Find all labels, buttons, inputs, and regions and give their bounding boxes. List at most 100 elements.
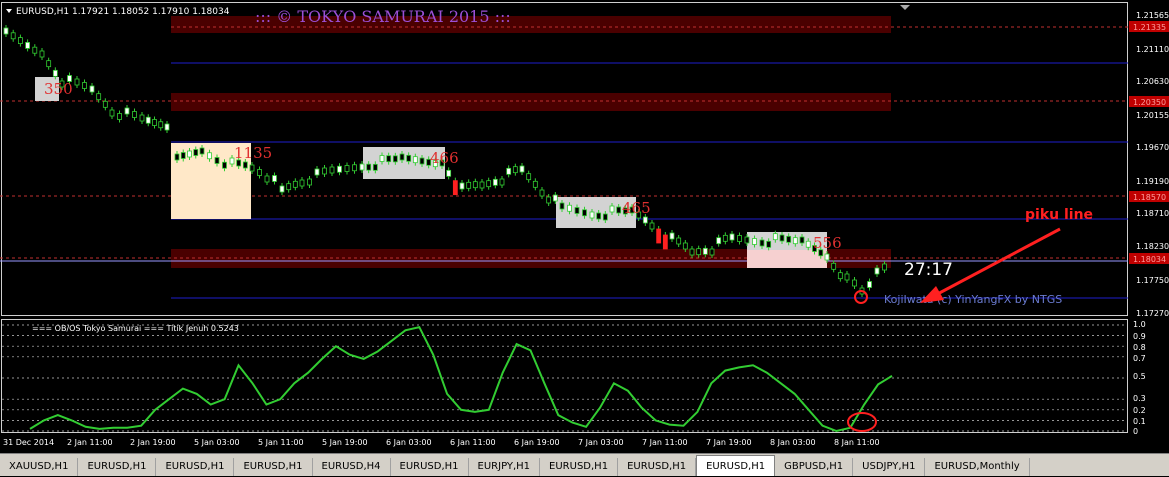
candle-body <box>124 107 130 115</box>
tab-chart[interactable]: EURUSD,H4 <box>313 458 391 476</box>
price-label: 1.17750 <box>1136 276 1169 285</box>
candle-body <box>852 279 857 287</box>
time-label: 31 Dec 2014 <box>3 438 54 447</box>
candle-body <box>139 114 145 122</box>
candle-body <box>322 167 327 175</box>
candle-body <box>486 180 492 188</box>
candle-body <box>729 233 735 241</box>
price-badge: 1.18034 <box>1133 255 1166 264</box>
tab-chart[interactable]: EURUSD,H1 <box>78 458 157 476</box>
time-label: 8 Jan 03:00 <box>770 438 816 447</box>
tab-chart[interactable]: EURUSD,Monthly <box>925 458 1030 476</box>
price-badge: 1.20350 <box>1133 98 1166 107</box>
scale-label: 0.3 <box>1133 394 1146 403</box>
box-label-1: 350 <box>44 80 73 98</box>
candle-body <box>412 156 418 164</box>
candle-body <box>174 153 180 161</box>
candle-body <box>399 153 405 161</box>
tab-chart-active[interactable]: EURUSD,H1 <box>696 455 776 476</box>
tab-chart[interactable]: EURUSD,H1 <box>234 458 313 476</box>
candle-body <box>329 166 335 174</box>
candle-body <box>874 267 880 275</box>
tab-chart[interactable]: EURJPY,H1 <box>469 458 541 476</box>
candle-body <box>152 119 157 126</box>
candle-body <box>25 42 31 49</box>
tab-chart[interactable]: GBPUSD,H1 <box>775 458 854 476</box>
time-label: 6 Jan 03:00 <box>386 438 432 447</box>
candle-body <box>10 32 16 40</box>
tab-chart[interactable]: EURUSD,H1 <box>156 458 235 476</box>
candle-body <box>279 185 285 193</box>
time-label: 5 Jan 19:00 <box>322 438 368 447</box>
price-badge: 1.21335 <box>1133 23 1166 32</box>
candle-body <box>419 157 425 165</box>
candle-body <box>452 180 458 196</box>
candle-body <box>314 168 320 176</box>
price-label: 1.19190 <box>1136 177 1169 186</box>
candle-body <box>831 262 837 270</box>
candle-body <box>102 100 108 108</box>
candle-body <box>512 166 518 174</box>
watermark: ::: © TOKYO SAMURAI 2015 ::: <box>255 7 511 26</box>
candle-body <box>574 207 580 214</box>
price-badge: 1.18570 <box>1133 193 1166 202</box>
tab-chart[interactable]: EURUSD,H1 <box>618 458 697 476</box>
candle-body <box>299 179 305 187</box>
scale-label: 0.2 <box>1133 406 1146 415</box>
candle-body <box>744 236 750 244</box>
candle-body <box>642 216 648 224</box>
candle-body <box>799 236 805 244</box>
candle-body <box>164 123 170 131</box>
candle-body <box>559 202 565 210</box>
candle-body <box>716 237 722 245</box>
candle-body <box>499 178 505 186</box>
candle-body <box>792 237 798 245</box>
candle-body <box>352 164 357 172</box>
candle-body <box>199 147 205 155</box>
scale-label: 0 <box>1133 427 1138 436</box>
candle-body <box>446 169 452 177</box>
candle-body <box>472 181 478 189</box>
candle-body <box>682 242 688 250</box>
candle-body <box>96 93 102 101</box>
box-label-2: 1135 <box>234 144 272 162</box>
candle-body <box>286 183 292 191</box>
candle-body <box>676 237 682 245</box>
candle-body <box>372 163 378 171</box>
candle-body <box>479 181 485 189</box>
time-label: 2 Jan 19:00 <box>130 438 176 447</box>
candle-body <box>662 234 668 250</box>
bar-countdown: 27:17 <box>904 260 953 280</box>
tab-chart[interactable]: EURUSD,H1 <box>391 458 469 476</box>
candle-body <box>459 182 465 190</box>
candle-body <box>17 37 23 44</box>
price-label: 1.21565 <box>1136 11 1169 20</box>
candle-body <box>193 149 199 156</box>
time-label: 5 Jan 11:00 <box>258 438 304 447</box>
candle-body <box>709 248 715 256</box>
candle-body <box>3 27 9 35</box>
candle-body <box>207 152 212 160</box>
candle-body <box>526 173 532 181</box>
candle-body <box>257 169 262 176</box>
price-label: 1.19670 <box>1136 143 1169 152</box>
candle-body <box>307 178 312 186</box>
candle-body <box>532 180 538 188</box>
chart-window: 350 1135 466 465 556 EURUSD,H1 1.17921 1… <box>0 0 1169 453</box>
candle-body <box>242 161 248 169</box>
candle-body <box>32 46 38 54</box>
tab-chart[interactable]: EURUSD,H1 <box>540 458 619 476</box>
candle-body <box>696 248 702 256</box>
tab-chart[interactable]: XAUUSD,H1 <box>0 458 79 476</box>
candle-body <box>337 165 342 173</box>
candle-body <box>882 263 887 271</box>
candle-body <box>546 196 552 204</box>
time-label: 7 Jan 03:00 <box>578 438 624 447</box>
candle-body <box>582 209 587 217</box>
tab-chart[interactable]: USDJPY,H1 <box>853 458 926 476</box>
chart-tab-bar: XAUUSD,H1 EURUSD,H1 EURUSD,H1 EURUSD,H1 … <box>0 453 1169 476</box>
candle-body <box>344 165 350 172</box>
candle-body <box>689 248 695 256</box>
candle-body <box>180 152 186 159</box>
price-label: 1.17270 <box>1136 309 1169 318</box>
